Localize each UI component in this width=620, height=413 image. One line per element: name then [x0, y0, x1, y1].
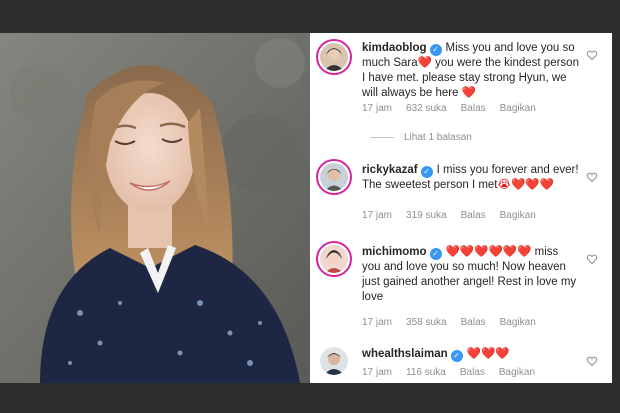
- heart-outline-icon[interactable]: [586, 355, 598, 367]
- comment-meta: 17 jam 116 suka Balas Bagikan: [362, 367, 549, 378]
- avatar-image: [320, 43, 348, 71]
- comment-time: 17 jam: [362, 103, 393, 114]
- comment-username[interactable]: michimomo: [362, 246, 427, 258]
- avatar[interactable]: [316, 241, 352, 277]
- avatar[interactable]: [316, 159, 352, 195]
- heart-outline-icon[interactable]: [586, 49, 598, 61]
- heart-emojis: ❤️❤️❤️: [466, 348, 510, 360]
- comment-meta: 17 jam 358 suka Balas Bagikan: [362, 317, 550, 328]
- share-button[interactable]: Bagikan: [500, 317, 536, 328]
- comment-likes[interactable]: 319 suka: [406, 210, 447, 221]
- heart-outline-icon[interactable]: [586, 253, 598, 265]
- heart-emoji: ❤️: [461, 87, 477, 99]
- verified-badge-icon: ✓: [420, 166, 433, 178]
- reply-button[interactable]: Balas: [461, 317, 486, 328]
- bottom-frame-bar: [0, 383, 620, 413]
- verified-badge-icon: ✓: [429, 248, 442, 260]
- comment-meta: 17 jam 632 suka Balas Bagikan: [362, 103, 550, 114]
- top-frame-bar: [0, 0, 620, 33]
- heart-outline-icon[interactable]: [586, 171, 598, 183]
- comment-likes[interactable]: 632 suka: [406, 103, 447, 114]
- reply-button[interactable]: Balas: [460, 367, 485, 378]
- view-replies[interactable]: Lihat 1 balasan: [370, 132, 472, 143]
- crying-heart-emojis: 😭❤️❤️❤️: [497, 179, 554, 191]
- comment-text: whealthslaiman ✓ ❤️❤️❤️: [362, 347, 580, 362]
- heart-emoji: ❤️: [417, 57, 432, 69]
- portrait-image: [0, 33, 310, 383]
- right-frame-strip: [612, 33, 620, 383]
- comment-time: 17 jam: [362, 367, 393, 378]
- avatar-image: [320, 245, 348, 273]
- comment-likes[interactable]: 116 suka: [406, 367, 446, 378]
- comment-meta: 17 jam 319 suka Balas Bagikan: [362, 210, 550, 221]
- comment-text: michimomo ✓ ❤️❤️❤️❤️❤️❤️ miss you and love…: [362, 245, 580, 305]
- reply-button[interactable]: Balas: [461, 210, 486, 221]
- comment-time: 17 jam: [362, 317, 393, 328]
- heart-emojis: ❤️❤️❤️❤️❤️❤️: [445, 246, 532, 258]
- avatar[interactable]: [316, 343, 352, 379]
- reply-button[interactable]: Balas: [461, 103, 486, 114]
- view-replies-label[interactable]: Lihat 1 balasan: [404, 132, 472, 143]
- share-button[interactable]: Bagikan: [499, 367, 535, 378]
- avatar-image: [320, 347, 348, 375]
- replies-divider: [370, 137, 394, 138]
- comment-username[interactable]: whealthslaiman: [362, 348, 448, 360]
- comment-text: rickykazaf ✓ I miss you forever and ever! …: [362, 163, 580, 193]
- verified-badge-icon: ✓: [429, 44, 442, 56]
- avatar-image: [320, 163, 348, 191]
- share-button[interactable]: Bagikan: [500, 103, 536, 114]
- avatar[interactable]: [316, 39, 352, 75]
- comments-panel: kimdaoblog ✓ Miss you and love you so much…: [310, 33, 612, 383]
- comment-text: kimdaoblog ✓ Miss you and love you so much…: [362, 41, 580, 101]
- comment-likes[interactable]: 358 suka: [406, 317, 447, 328]
- post-photo: [0, 33, 310, 383]
- share-button[interactable]: Bagikan: [500, 210, 536, 221]
- comment-username[interactable]: rickykazaf: [362, 164, 418, 176]
- verified-badge-icon: ✓: [450, 350, 463, 362]
- comment-time: 17 jam: [362, 210, 393, 221]
- comment-username[interactable]: kimdaoblog: [362, 42, 427, 54]
